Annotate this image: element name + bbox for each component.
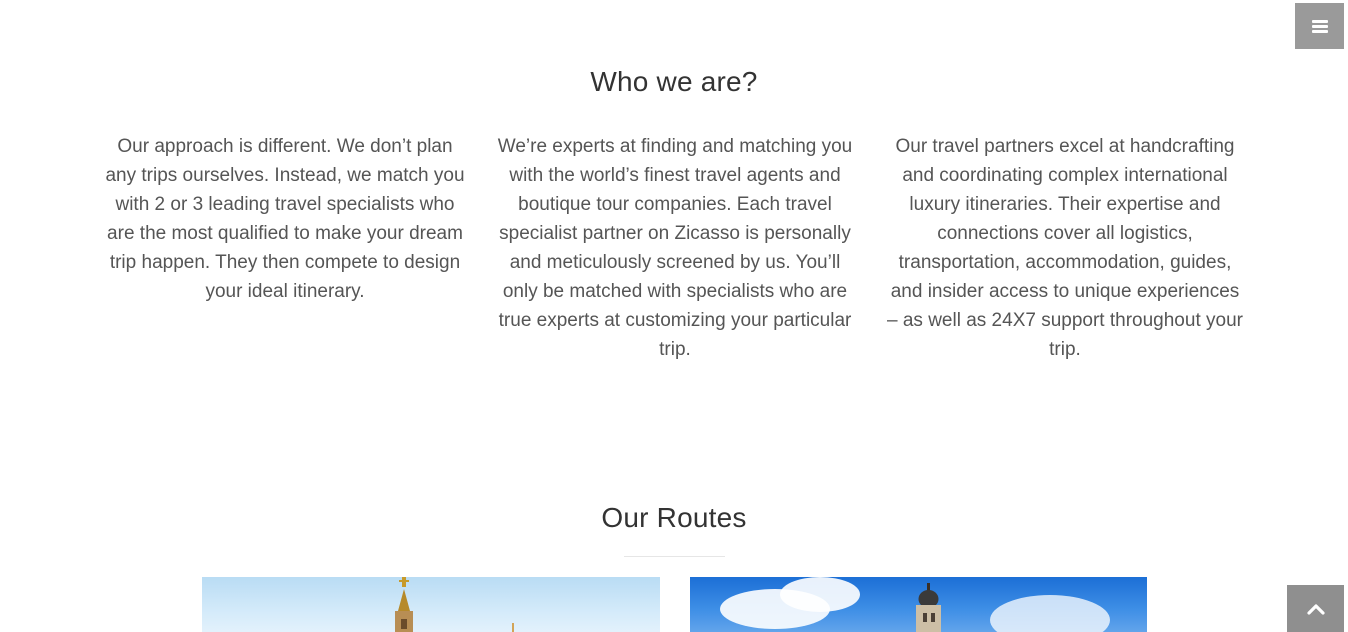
church-tower-light-sky-photo: [395, 577, 514, 632]
about-column-partners: Our travel partners excel at handcraftin…: [887, 136, 1243, 360]
hamburger-menu-icon: [1311, 19, 1328, 33]
title-divider: [624, 556, 725, 557]
back-to-top-button[interactable]: [1287, 585, 1344, 632]
page: Who we are? Our approach is different. W…: [0, 0, 1348, 632]
church-tower-blue-sky-photo: [916, 583, 941, 632]
about-column-experts: We’re experts at finding and matching yo…: [497, 136, 853, 360]
about-column-approach: Our approach is different. We don’t plan…: [105, 136, 465, 302]
route-card-2[interactable]: [690, 577, 1147, 632]
menu-button[interactable]: [1295, 3, 1344, 49]
our-routes-title: Our Routes: [601, 502, 747, 533]
chevron-up-icon: [1306, 603, 1325, 615]
who-we-are-title: Who we are?: [590, 66, 758, 97]
route-card-1[interactable]: [202, 577, 660, 632]
